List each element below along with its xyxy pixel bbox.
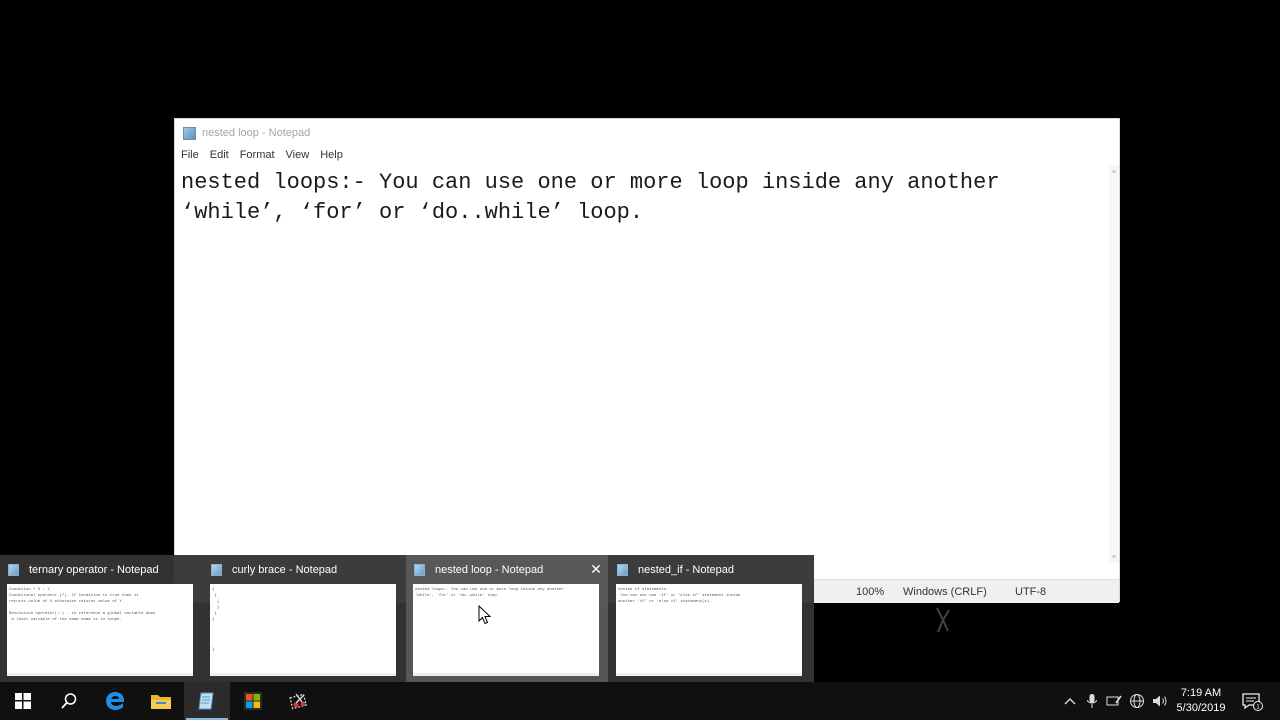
thumbnail-preview[interactable]: nested loops:- You can use one or more l… bbox=[413, 584, 599, 676]
thumbnail-preview[interactable]: { { { } } } } bbox=[210, 584, 396, 676]
taskbar: 7:19 AM 5/30/2019 1 bbox=[0, 682, 1280, 720]
snipping-tool-button[interactable] bbox=[276, 682, 322, 720]
encoding: UTF-8 bbox=[1015, 586, 1047, 598]
start-button[interactable] bbox=[0, 682, 46, 720]
mouse-pointer-icon bbox=[478, 605, 492, 625]
thumbnail-preview[interactable]: nested if statements- You can use one 'i… bbox=[616, 584, 802, 676]
thumbnail-curly-brace[interactable]: curly brace - Notepad { { { } } } } bbox=[203, 555, 405, 682]
ghost-cursor-icon bbox=[936, 607, 950, 633]
thumbnail-nested-loop[interactable]: nested loop - Notepad ✕ nested loops:- Y… bbox=[406, 555, 608, 682]
notepad-icon bbox=[183, 126, 196, 140]
notepad-icon bbox=[211, 564, 222, 576]
clock-time: 7:19 AM bbox=[1180, 687, 1222, 699]
search-icon bbox=[61, 693, 77, 709]
scroll-up-icon[interactable] bbox=[1111, 169, 1117, 173]
store-icon bbox=[244, 692, 262, 710]
desktop: nested loop - Notepad File Edit Format V… bbox=[0, 0, 1280, 720]
search-button[interactable] bbox=[46, 682, 92, 720]
thumbnail-ternary-operator[interactable]: ternary operator - Notepad Condition ? X… bbox=[0, 555, 202, 682]
action-center-button[interactable]: 1 bbox=[1240, 691, 1264, 711]
network-icon[interactable] bbox=[1129, 693, 1145, 709]
vertical-scrollbar[interactable] bbox=[1109, 165, 1119, 563]
notepad-taskbar-button[interactable] bbox=[184, 682, 230, 720]
edge-button[interactable] bbox=[92, 682, 138, 720]
thumbnail-title: ternary operator - Notepad bbox=[29, 564, 159, 576]
file-explorer-button[interactable] bbox=[138, 682, 184, 720]
microphone-icon[interactable] bbox=[1084, 693, 1100, 709]
preview-text: { { { } } } } bbox=[212, 588, 220, 652]
preview-text: nested if statements- You can use one 'i… bbox=[618, 588, 741, 604]
taskbar-preview-flyout: ternary operator - Notepad Condition ? X… bbox=[0, 555, 814, 682]
thumbnail-title: curly brace - Notepad bbox=[232, 564, 338, 576]
notepad-icon bbox=[414, 564, 425, 576]
notepad-icon bbox=[198, 692, 214, 710]
line-ending: Windows (CRLF) bbox=[903, 586, 987, 598]
edge-icon bbox=[106, 692, 125, 710]
menu-file[interactable]: File bbox=[181, 147, 206, 165]
clock-date: 5/30/2019 bbox=[1176, 702, 1226, 714]
close-icon[interactable]: ✕ bbox=[588, 561, 604, 577]
file-explorer-icon bbox=[151, 695, 171, 709]
menu-bar: File Edit Format View Help bbox=[175, 147, 354, 165]
pen-icon[interactable] bbox=[1106, 693, 1122, 709]
menu-help[interactable]: Help bbox=[320, 147, 350, 165]
window-title: nested loop - Notepad bbox=[202, 127, 311, 139]
text-editor[interactable]: nested loops:- You can use one or more l… bbox=[175, 165, 1111, 563]
thumbnail-nested-if[interactable]: nested_if - Notepad nested if statements… bbox=[609, 555, 811, 682]
preview-text: Condition ? X : Y Conditional operator (… bbox=[9, 588, 156, 622]
notepad-window: nested loop - Notepad File Edit Format V… bbox=[174, 118, 1120, 603]
notepad-icon bbox=[617, 564, 628, 576]
thumbnail-preview[interactable]: Condition ? X : Y Conditional operator (… bbox=[7, 584, 193, 676]
start-icon bbox=[15, 693, 31, 709]
thumbnail-title: nested_if - Notepad bbox=[638, 564, 735, 576]
chevron-up-icon[interactable] bbox=[1062, 693, 1078, 709]
menu-edit[interactable]: Edit bbox=[210, 147, 236, 165]
menu-view[interactable]: View bbox=[286, 147, 317, 165]
zoom-level: 100% bbox=[856, 586, 885, 598]
title-bar[interactable]: nested loop - Notepad bbox=[175, 119, 1119, 147]
menu-format[interactable]: Format bbox=[240, 147, 282, 165]
system-clock[interactable]: 7:19 AM 5/30/2019 bbox=[1166, 686, 1236, 716]
store-button[interactable] bbox=[230, 682, 276, 720]
notepad-icon bbox=[8, 564, 19, 576]
thumbnail-title: nested loop - Notepad bbox=[435, 564, 544, 576]
preview-text: nested loops:- You can use one or more l… bbox=[415, 588, 564, 598]
snipping-tool-icon bbox=[289, 693, 308, 710]
scroll-down-icon[interactable] bbox=[1111, 555, 1117, 559]
notification-icon: 1 bbox=[1242, 693, 1263, 711]
